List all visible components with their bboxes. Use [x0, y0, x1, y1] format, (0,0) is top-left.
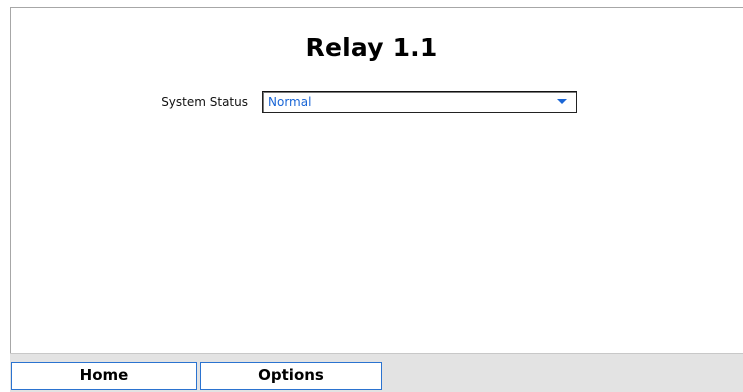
- system-status-label: System Status: [161, 95, 248, 109]
- home-button[interactable]: Home: [11, 362, 197, 390]
- page-title: Relay 1.1: [305, 33, 438, 62]
- options-button[interactable]: Options: [200, 362, 382, 390]
- chevron-down-icon[interactable]: [557, 99, 567, 104]
- system-status-value: Normal: [268, 95, 312, 109]
- system-status-select[interactable]: Normal: [262, 91, 577, 113]
- bottom-nav-bar: Home Options: [10, 353, 743, 392]
